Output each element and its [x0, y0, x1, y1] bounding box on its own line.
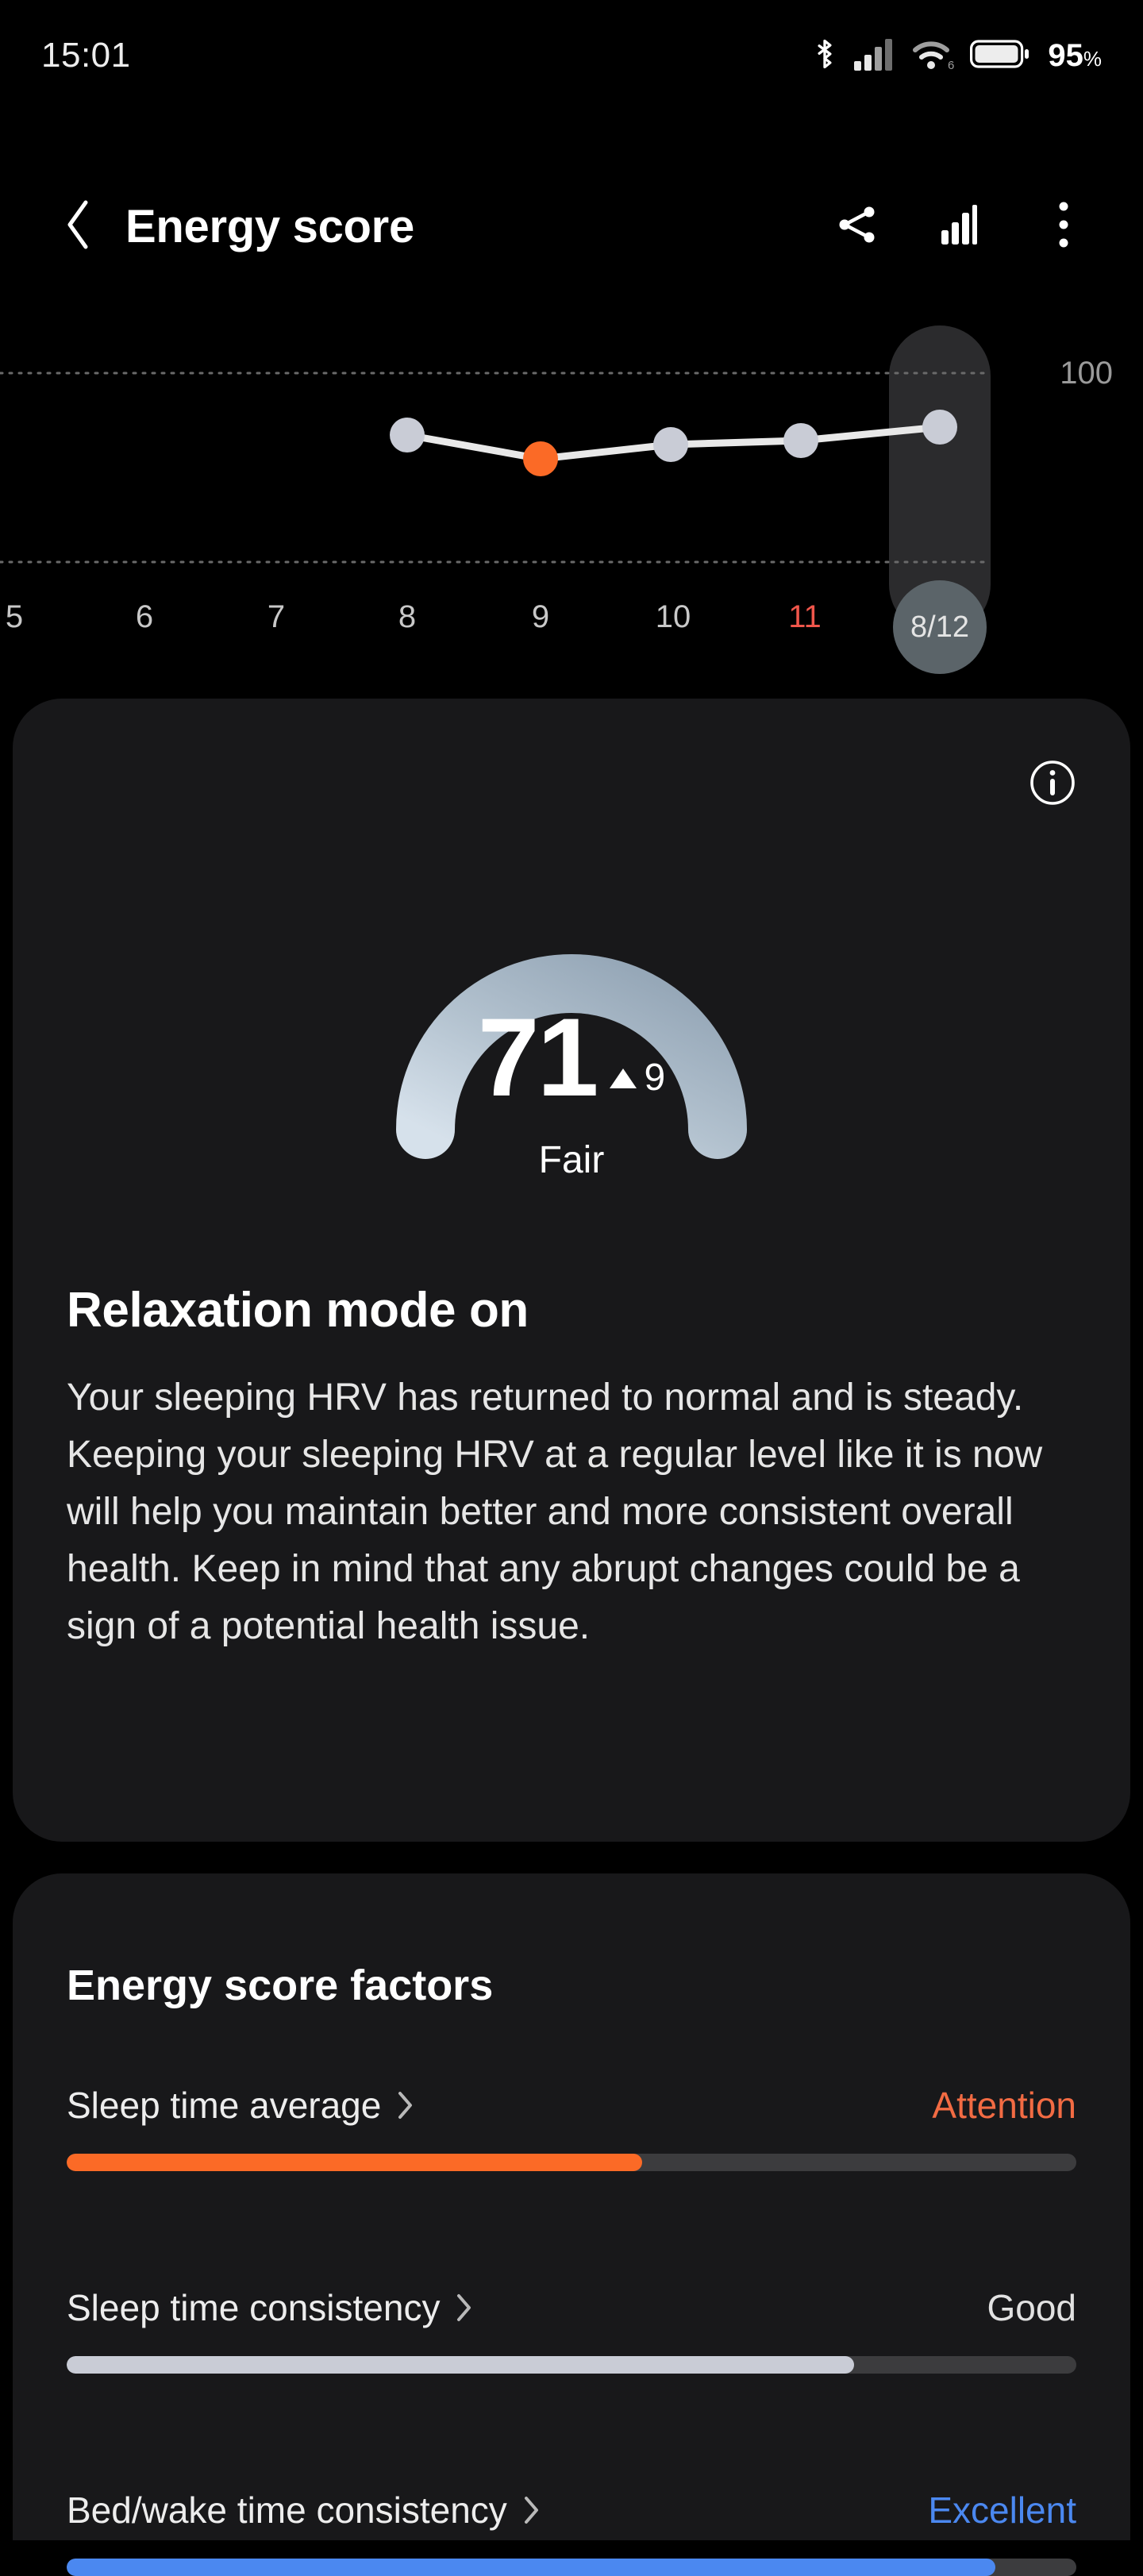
factor-row-bed-wake-time-consistency[interactable]: Bed/wake time consistency Excellent [67, 2489, 1076, 2576]
data-point [783, 423, 818, 458]
more-options-icon [1056, 199, 1071, 254]
data-point [390, 418, 425, 452]
factor-row-sleep-time-average[interactable]: Sleep time average Attention [67, 2084, 1076, 2171]
page-title: Energy score [125, 200, 414, 252]
x-tick-5[interactable]: 10 [656, 599, 691, 635]
gauge-center-readout: 71 9 Fair [0, 995, 1143, 1182]
chart-canvas [0, 325, 992, 635]
factor-progress-bar [67, 2356, 1076, 2374]
app-bar: Energy score [0, 171, 1143, 282]
triangle-up-icon [609, 1068, 637, 1088]
x-tick-6[interactable]: 11 [788, 599, 822, 635]
x-tick-1[interactable]: 6 [136, 599, 153, 635]
insight-title: Relaxation mode on [67, 1283, 529, 1338]
chart-x-axis: 5 6 7 8 9 10 11 8/12 [0, 580, 1143, 674]
factor-status: Good [987, 2287, 1076, 2328]
factor-progress-fill [67, 2559, 996, 2576]
chevron-left-icon [64, 199, 94, 254]
factor-progress-bar [67, 2559, 1076, 2576]
more-options-button[interactable] [1035, 198, 1092, 255]
bluetooth-icon [811, 37, 838, 75]
data-point [653, 427, 688, 462]
score-row: 71 9 [477, 995, 666, 1119]
data-point-selected [922, 410, 957, 445]
status-bar: 15:01 6 95% [0, 0, 1143, 111]
factor-name: Sleep time average [67, 2085, 382, 2126]
x-tick-selected-pill[interactable]: 8/12 [893, 580, 987, 674]
battery-percent: 95% [1048, 37, 1102, 73]
share-icon [834, 202, 880, 252]
cellular-signal-icon [854, 37, 895, 75]
x-tick-4[interactable]: 9 [532, 599, 549, 635]
score-delta: 9 [609, 1057, 666, 1099]
factor-progress-fill [67, 2356, 855, 2374]
info-icon [1029, 759, 1076, 811]
score-delta-value: 9 [644, 1057, 666, 1099]
factor-head: Sleep time average Attention [67, 2084, 1076, 2127]
factor-name: Bed/wake time consistency [67, 2489, 507, 2531]
energy-score-gauge: 71 9 Fair [0, 822, 1143, 1226]
x-tick-2[interactable]: 7 [267, 599, 285, 635]
chevron-right-icon[interactable] [397, 2090, 414, 2120]
factor-head: Bed/wake time consistency Excellent [67, 2489, 1076, 2532]
factor-row-sleep-time-consistency[interactable]: Sleep time consistency Good [67, 2286, 1076, 2374]
factors-title: Energy score factors [67, 1962, 494, 2009]
status-time: 15:01 [41, 36, 131, 75]
insight-body: Your sleeping HRV has returned to normal… [67, 1377, 1043, 1647]
back-button[interactable] [51, 198, 106, 254]
energy-score-trend-chart[interactable]: 100 5 6 7 8 9 10 11 8/12 [0, 318, 1143, 674]
factor-status: Excellent [928, 2489, 1076, 2531]
battery-icon [970, 38, 1030, 74]
share-button[interactable] [829, 198, 886, 255]
svg-text:6: 6 [948, 59, 954, 71]
x-tick-3[interactable]: 8 [398, 599, 416, 635]
status-icons: 6 95% [811, 37, 1102, 75]
y-axis-max-label: 100 [1060, 356, 1113, 391]
chevron-right-icon[interactable] [456, 2293, 473, 2323]
factor-progress-bar [67, 2154, 1076, 2171]
chevron-right-icon[interactable] [523, 2495, 541, 2525]
factor-head: Sleep time consistency Good [67, 2286, 1076, 2329]
chart-button[interactable] [932, 198, 989, 255]
app-bar-actions [829, 198, 1092, 255]
chart-icon [940, 203, 981, 250]
wifi-icon: 6 [911, 37, 955, 75]
factor-name: Sleep time consistency [67, 2287, 441, 2328]
energy-score-value: 71 [477, 995, 599, 1119]
energy-score-grade: Fair [538, 1139, 605, 1181]
factor-progress-fill [67, 2154, 643, 2171]
x-tick-0[interactable]: 5 [6, 599, 23, 635]
data-point-highlighted [523, 441, 558, 476]
factor-status: Attention [932, 2085, 1076, 2126]
info-button[interactable] [1024, 756, 1081, 813]
